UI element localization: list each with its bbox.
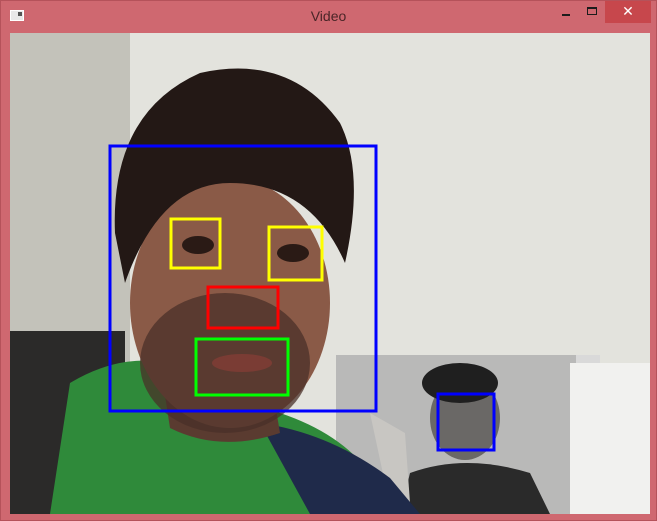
right-eye: [277, 244, 309, 262]
video-frame: [10, 33, 650, 514]
close-icon: ✕: [622, 4, 634, 20]
poster-figure-hair: [422, 363, 498, 403]
video-window: Video ✕: [0, 0, 657, 521]
left-eye: [182, 236, 214, 254]
maximize-button[interactable]: [579, 1, 605, 23]
paper: [570, 363, 650, 514]
close-button[interactable]: ✕: [605, 1, 651, 23]
minimize-icon: [562, 14, 570, 16]
video-scene: [10, 33, 650, 514]
minimize-button[interactable]: [553, 1, 579, 23]
lips: [212, 354, 272, 372]
maximize-icon: [587, 7, 597, 15]
title-bar[interactable]: Video ✕: [1, 1, 656, 33]
